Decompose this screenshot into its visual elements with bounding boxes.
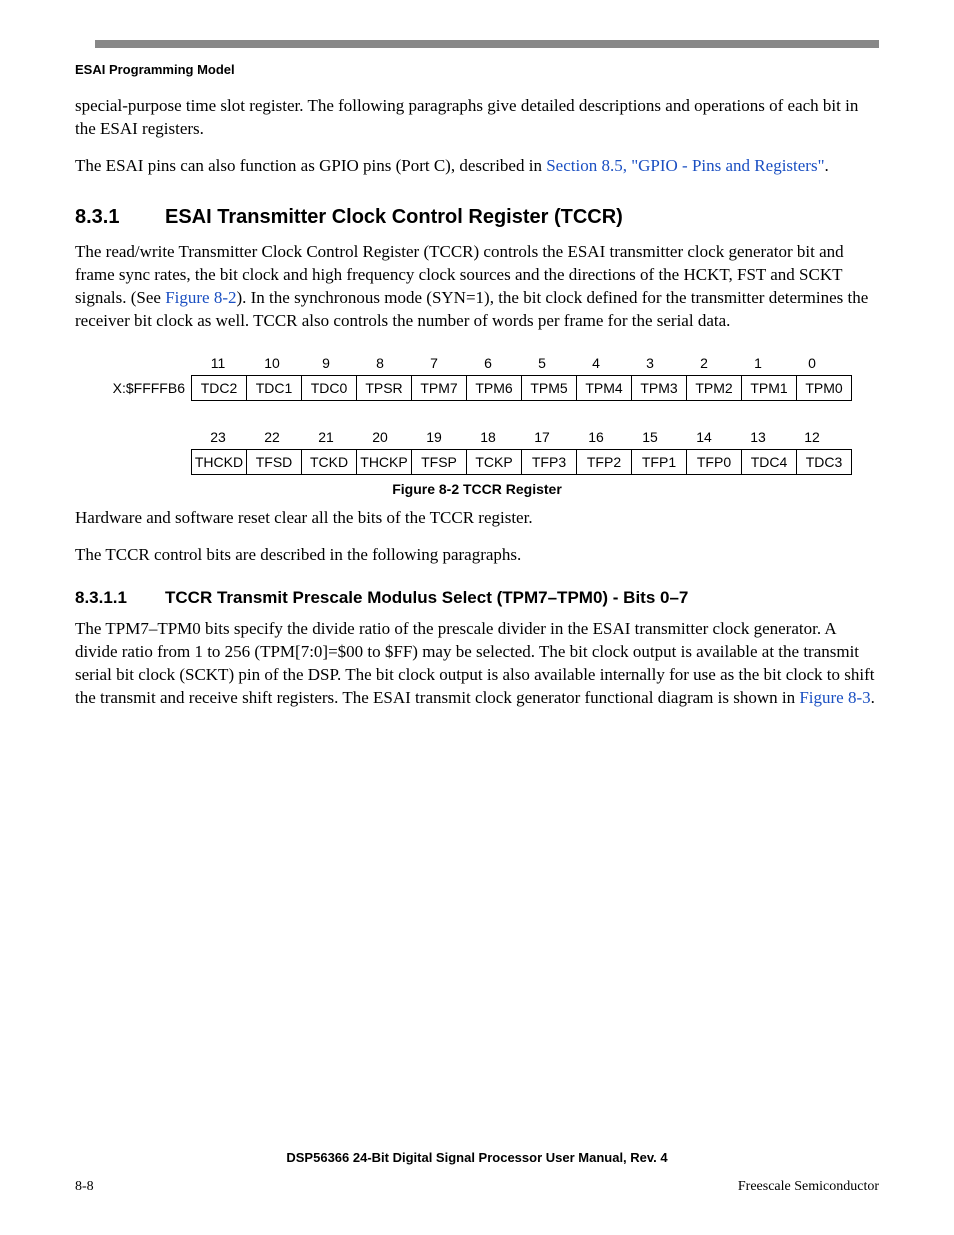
bit-field: TPM3 — [632, 375, 687, 400]
section-heading: 8.3.1ESAI Transmitter Clock Control Regi… — [75, 206, 879, 229]
page: ESAI Programming Model special-purpose t… — [0, 0, 954, 1235]
text-run: . — [871, 688, 875, 707]
bit-field: TFSP — [412, 449, 467, 474]
bit-field: TFP1 — [632, 449, 687, 474]
bit-number: 14 — [677, 425, 731, 449]
bit-number: 7 — [407, 351, 461, 375]
bit-number: 17 — [515, 425, 569, 449]
bit-field: TPM0 — [797, 375, 852, 400]
figure-caption: Figure 8-2 TCCR Register — [75, 481, 879, 497]
body-paragraph: Hardware and software reset clear all th… — [75, 507, 879, 530]
bit-number: 3 — [623, 351, 677, 375]
register-row1-names: TDC2 TDC1 TDC0 TPSR TPM7 TPM6 TPM5 TPM4 … — [191, 375, 852, 401]
body-paragraph: The TPM7–TPM0 bits specify the divide ra… — [75, 618, 879, 710]
bit-number: 0 — [785, 351, 839, 375]
bit-number: 9 — [299, 351, 353, 375]
bit-number: 19 — [407, 425, 461, 449]
header-rule — [95, 40, 879, 48]
footer-doc-title: DSP56366 24-Bit Digital Signal Processor… — [75, 1150, 879, 1165]
bit-field: TPSR — [357, 375, 412, 400]
bit-number: 12 — [785, 425, 839, 449]
bit-number: 1 — [731, 351, 785, 375]
bit-number: 16 — [569, 425, 623, 449]
cross-ref-link[interactable]: Figure 8-3 — [799, 688, 870, 707]
bit-number: 11 — [191, 351, 245, 375]
bit-field: TPM4 — [577, 375, 632, 400]
bit-field: TCKP — [467, 449, 522, 474]
bit-number: 10 — [245, 351, 299, 375]
register-row1-bits: 11 10 9 8 7 6 5 4 3 2 1 0 — [191, 351, 839, 375]
bit-field: TFP0 — [687, 449, 742, 474]
section-title: ESAI Transmitter Clock Control Register … — [165, 206, 623, 228]
bit-field: TDC2 — [192, 375, 247, 400]
register-diagram: 11 10 9 8 7 6 5 4 3 2 1 0 X:$FFFFB6 — [75, 351, 879, 475]
subsection-heading: 8.3.1.1TCCR Transmit Prescale Modulus Se… — [75, 588, 879, 608]
bit-number: 2 — [677, 351, 731, 375]
bit-field: THCKP — [357, 449, 412, 474]
subsection-title: TCCR Transmit Prescale Modulus Select (T… — [165, 588, 688, 607]
section-number: 8.3.1 — [75, 206, 165, 229]
bit-field: TCKD — [302, 449, 357, 474]
text-run: . — [825, 156, 829, 175]
bit-number: 21 — [299, 425, 353, 449]
running-head: ESAI Programming Model — [75, 62, 879, 77]
register-address: X:$FFFFB6 — [75, 380, 191, 396]
bit-number: 13 — [731, 425, 785, 449]
bit-field: TPM6 — [467, 375, 522, 400]
bit-number: 20 — [353, 425, 407, 449]
bit-number: 6 — [461, 351, 515, 375]
footer-page-number: 8-8 — [75, 1179, 94, 1195]
bit-number: 4 — [569, 351, 623, 375]
bit-number: 8 — [353, 351, 407, 375]
bit-field: TDC3 — [797, 449, 852, 474]
bit-field: TFSD — [247, 449, 302, 474]
text-run: The TPM7–TPM0 bits specify the divide ra… — [75, 619, 874, 707]
body-paragraph: The ESAI pins can also function as GPIO … — [75, 155, 879, 178]
text-run: The ESAI pins can also function as GPIO … — [75, 156, 546, 175]
bit-field: TDC1 — [247, 375, 302, 400]
bit-field: TFP3 — [522, 449, 577, 474]
bit-field: THCKD — [192, 449, 247, 474]
bit-field: TDC0 — [302, 375, 357, 400]
cross-ref-link[interactable]: Section 8.5, "GPIO - Pins and Registers" — [546, 156, 824, 175]
bit-number: 23 — [191, 425, 245, 449]
register-row2-bits: 23 22 21 20 19 18 17 16 15 14 13 12 — [191, 425, 839, 449]
cross-ref-link[interactable]: Figure 8-2 — [165, 288, 236, 307]
bit-field: TPM7 — [412, 375, 467, 400]
footer-company: Freescale Semiconductor — [738, 1179, 879, 1195]
bit-field: TPM5 — [522, 375, 577, 400]
bit-number: 22 — [245, 425, 299, 449]
bit-field: TPM1 — [742, 375, 797, 400]
page-footer: DSP56366 24-Bit Digital Signal Processor… — [75, 1150, 879, 1195]
register-row2-names: THCKD TFSD TCKD THCKP TFSP TCKP TFP3 TFP… — [191, 449, 852, 475]
bit-field: TFP2 — [577, 449, 632, 474]
body-paragraph: special-purpose time slot register. The … — [75, 95, 879, 141]
body-paragraph: The read/write Transmitter Clock Control… — [75, 241, 879, 333]
bit-field: TPM2 — [687, 375, 742, 400]
bit-number: 5 — [515, 351, 569, 375]
body-paragraph: The TCCR control bits are described in t… — [75, 544, 879, 567]
subsection-number: 8.3.1.1 — [75, 588, 165, 608]
bit-field: TDC4 — [742, 449, 797, 474]
bit-number: 18 — [461, 425, 515, 449]
bit-number: 15 — [623, 425, 677, 449]
